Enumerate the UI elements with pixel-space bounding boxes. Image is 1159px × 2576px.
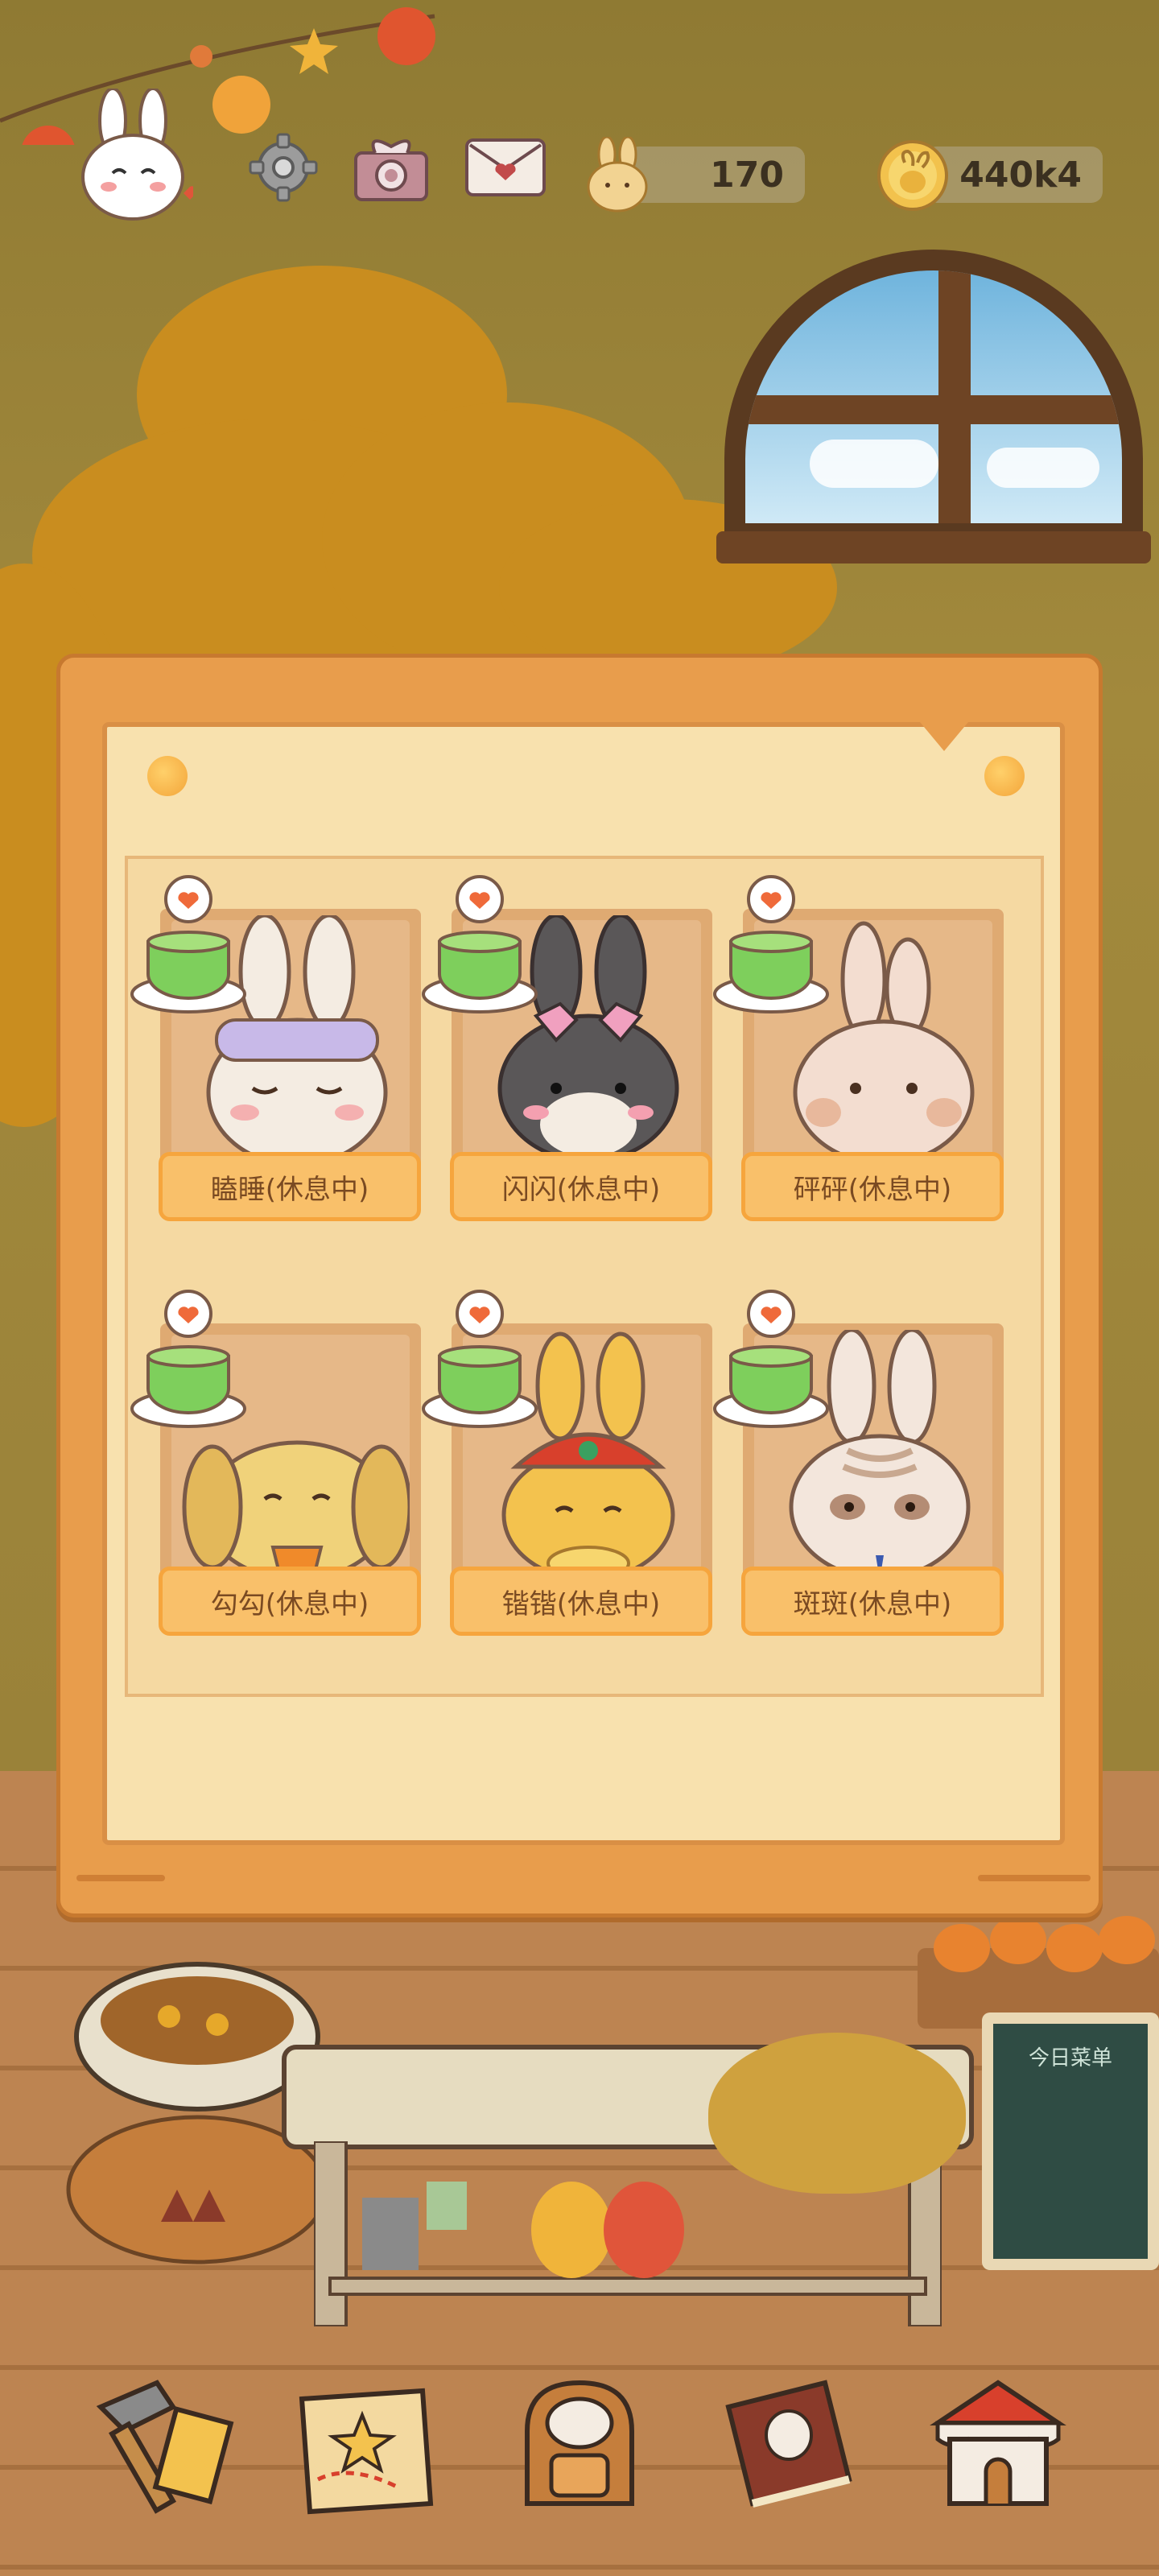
rabbit-label: 闪闪(休息中) xyxy=(450,1152,712,1221)
rabbit-card[interactable]: 瞌睡(休息中) xyxy=(130,875,421,1221)
rabbit-card[interactable]: 砰砰(休息中) xyxy=(713,875,1004,1221)
rabbit-label: 瞌睡(休息中) xyxy=(159,1152,421,1221)
carrot-currency-counter: 170 xyxy=(628,147,805,203)
green-tea-icon xyxy=(422,1290,538,1428)
rabbit-label: 勾勾(休息中) xyxy=(159,1567,421,1636)
nav-build-button[interactable] xyxy=(64,2355,241,2532)
map-icon xyxy=(299,2388,434,2515)
shop-icon xyxy=(930,2380,1066,2506)
menu-board-title: 今日菜单 xyxy=(1028,2046,1112,2070)
panel-decor-line xyxy=(76,1875,165,1881)
menu-board[interactable]: 今日菜单 xyxy=(982,2013,1159,2270)
mail-heart-icon xyxy=(465,138,546,196)
rabbit-card[interactable]: 斑斑(休息中) xyxy=(713,1290,1004,1636)
green-tea-icon xyxy=(130,1290,246,1428)
gift-icon xyxy=(354,139,428,201)
carrot-currency-value: 170 xyxy=(710,154,784,196)
panel-decor-line xyxy=(978,1875,1091,1881)
green-tea-icon xyxy=(713,1290,829,1428)
book-icon xyxy=(725,2380,852,2508)
pin-right xyxy=(984,756,1025,796)
lantern-garland xyxy=(0,7,435,145)
rabbit-label: 锴锴(休息中) xyxy=(450,1567,712,1636)
gift-button[interactable] xyxy=(349,129,433,206)
rabbit-card[interactable]: 勾勾(休息中) xyxy=(130,1290,421,1636)
mail-button[interactable] xyxy=(464,129,547,206)
nav-map-button[interactable] xyxy=(274,2355,451,2532)
rabbit-label: 砰砰(休息中) xyxy=(741,1152,1004,1221)
rabbit-grid: 瞌睡(休息中) 闪闪(休息中) 砰砰(休息中) 勾勾(休息中) 锴锴(休息中) … xyxy=(125,856,1044,1697)
gold-coin-icon xyxy=(877,140,948,211)
nav-backpack-button[interactable] xyxy=(491,2355,668,2532)
settings-button[interactable] xyxy=(241,129,325,206)
green-tea-icon xyxy=(713,875,829,1013)
nav-book-button[interactable] xyxy=(700,2355,877,2532)
tablecloth xyxy=(708,2033,966,2194)
rabbit-status-panel: 瞌睡(休息中) 闪闪(休息中) 砰砰(休息中) 勾勾(休息中) 锴锴(休息中) … xyxy=(56,654,1103,1918)
nav-shop-button[interactable] xyxy=(909,2355,1087,2532)
coin-currency-value: 440k4 xyxy=(959,154,1082,196)
player-avatar[interactable] xyxy=(72,89,193,225)
green-tea-icon xyxy=(422,875,538,1013)
carrot-crate xyxy=(918,1916,1159,2029)
panel-paper: 瞌睡(休息中) 闪闪(休息中) 砰砰(休息中) 勾勾(休息中) 锴锴(休息中) … xyxy=(102,722,1065,1845)
hammer-icon xyxy=(96,2380,234,2514)
backpack-icon xyxy=(525,2380,634,2506)
rabbit-label: 斑斑(休息中) xyxy=(741,1567,1004,1636)
coin-currency-counter: 440k4 xyxy=(926,147,1103,203)
rabbit-card[interactable]: 闪闪(休息中) xyxy=(422,875,712,1221)
pin-left xyxy=(147,756,188,796)
green-tea-icon xyxy=(130,875,246,1013)
rabbit-card[interactable]: 锴锴(休息中) xyxy=(422,1290,712,1636)
gear-icon xyxy=(249,133,318,202)
bunny-token-icon xyxy=(587,137,648,213)
